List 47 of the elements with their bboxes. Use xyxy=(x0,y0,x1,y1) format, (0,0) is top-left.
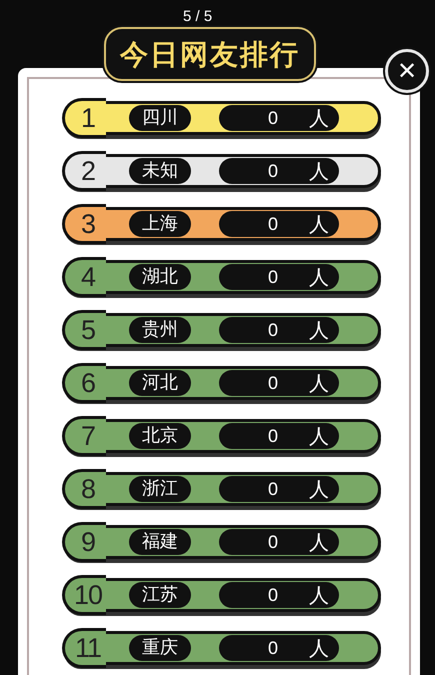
unit-label: 人 xyxy=(309,264,329,290)
region-label: 四川 xyxy=(129,105,191,131)
region-label: 湖北 xyxy=(129,264,191,290)
rank-number: 8 xyxy=(80,474,96,504)
rank-number: 11 xyxy=(74,633,102,663)
count-value: 0 xyxy=(268,637,278,660)
count-value: 0 xyxy=(268,107,278,130)
region-label: 未知 xyxy=(129,158,191,184)
rank-number: 3 xyxy=(80,209,96,239)
region-label: 河北 xyxy=(129,370,191,396)
count-value: 0 xyxy=(268,213,278,236)
ranking-title: 今日网友排行 xyxy=(104,27,316,81)
count-value: 0 xyxy=(268,266,278,289)
region-label: 浙江 xyxy=(129,476,191,502)
count-value: 0 xyxy=(268,160,278,183)
count-value: 0 xyxy=(268,478,278,501)
unit-label: 人 xyxy=(309,423,329,449)
unit-label: 人 xyxy=(309,370,329,396)
rank-number: 4 xyxy=(80,262,96,292)
rank-number: 9 xyxy=(80,527,96,557)
unit-label: 人 xyxy=(309,317,329,343)
close-button[interactable]: ✕ xyxy=(385,49,429,93)
rank-number: 5 xyxy=(80,315,96,345)
count-value: 0 xyxy=(268,584,278,607)
unit-label: 人 xyxy=(309,211,329,237)
count-value: 0 xyxy=(268,425,278,448)
unit-label: 人 xyxy=(309,529,329,555)
count-value: 0 xyxy=(268,372,278,395)
rank-number: 10 xyxy=(72,580,104,610)
unit-label: 人 xyxy=(309,105,329,131)
region-label: 贵州 xyxy=(129,317,191,343)
rank-number: 1 xyxy=(80,103,96,133)
unit-label: 人 xyxy=(309,476,329,502)
count-value: 0 xyxy=(268,319,278,342)
page-indicator: 5 / 5 xyxy=(183,9,212,25)
unit-label: 人 xyxy=(309,582,329,608)
rank-number: 6 xyxy=(80,368,96,398)
region-label: 福建 xyxy=(129,529,191,555)
count-value: 0 xyxy=(268,531,278,554)
unit-label: 人 xyxy=(309,635,329,661)
rank-number: 7 xyxy=(80,421,96,451)
unit-label: 人 xyxy=(309,158,329,184)
region-label: 上海 xyxy=(129,211,191,237)
region-label: 北京 xyxy=(129,423,191,449)
region-label: 重庆 xyxy=(129,635,191,661)
region-label: 江苏 xyxy=(129,582,191,608)
rank-number: 2 xyxy=(80,156,96,186)
